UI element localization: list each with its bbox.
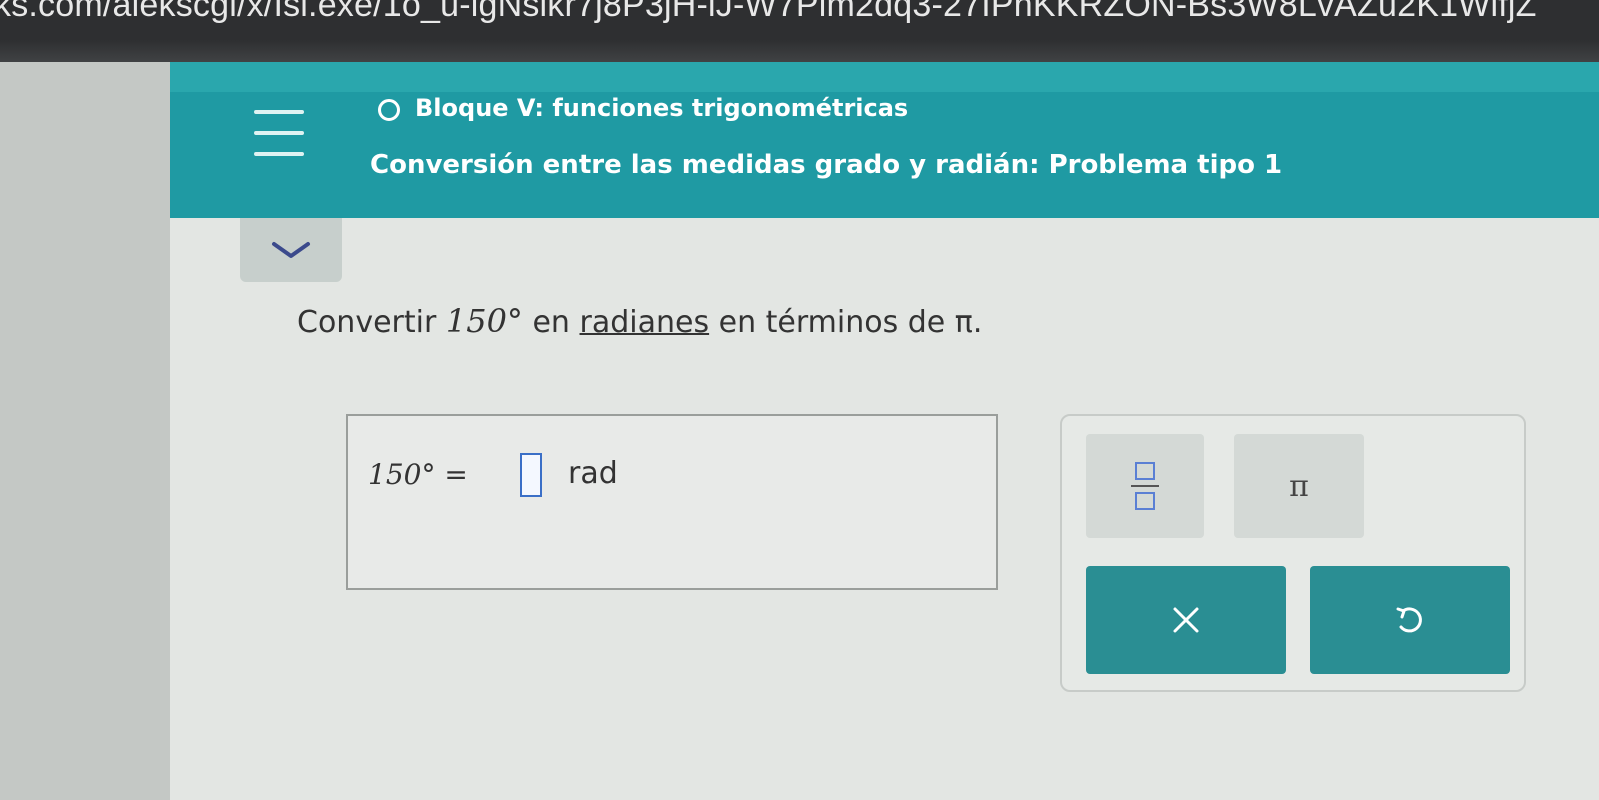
pi-button[interactable]: π [1234, 434, 1364, 538]
page-header: Bloque V: funciones trigonométricas Conv… [170, 62, 1599, 218]
denominator-box [1135, 492, 1155, 510]
problem-title: Conversión entre las medidas grado y rad… [370, 150, 1283, 180]
question-mid: en [532, 305, 570, 340]
close-icon [1173, 607, 1199, 633]
block-title: Bloque V: funciones trigonométricas [415, 94, 909, 122]
collapse-header-button[interactable] [240, 218, 342, 282]
chevron-down-icon [272, 242, 310, 258]
left-gutter [0, 62, 170, 800]
url-bar-bottom [0, 40, 1599, 62]
menu-icon-line [254, 131, 304, 135]
answer-input-box[interactable] [346, 414, 998, 590]
answer-unit: rad [568, 456, 618, 491]
answer-input-slot[interactable] [520, 453, 542, 497]
answer-lhs: 150° = [368, 458, 468, 491]
fraction-button[interactable] [1086, 434, 1204, 538]
math-keypad: π [1060, 414, 1526, 692]
content-area: Convertir 150° en radianes en términos d… [170, 218, 1599, 800]
numerator-box [1135, 462, 1155, 480]
undo-button[interactable] [1310, 566, 1510, 674]
progress-circle-icon [378, 99, 400, 121]
pi-label: π [1289, 468, 1309, 504]
fraction-template-icon [1131, 462, 1159, 510]
undo-icon [1396, 607, 1422, 633]
clear-button[interactable] [1086, 566, 1286, 674]
menu-icon[interactable] [254, 110, 304, 156]
question-suffix: en términos de π. [718, 305, 983, 340]
menu-icon-line [254, 152, 304, 156]
browser-url-bar[interactable]: ks.com/alekscgi/x/Isl.exe/1o_u-lgNslkr7j… [0, 0, 1599, 62]
radianes-link[interactable]: radianes [580, 305, 710, 340]
url-text: ks.com/alekscgi/x/Isl.exe/1o_u-lgNslkr7j… [0, 0, 1537, 24]
question-text: Convertir 150° en radianes en términos d… [297, 302, 982, 340]
question-degree-value: 150° [445, 302, 523, 340]
header-strip [170, 62, 1599, 92]
menu-icon-line [254, 110, 304, 114]
fraction-bar [1131, 485, 1159, 487]
question-prefix: Convertir [297, 305, 437, 340]
